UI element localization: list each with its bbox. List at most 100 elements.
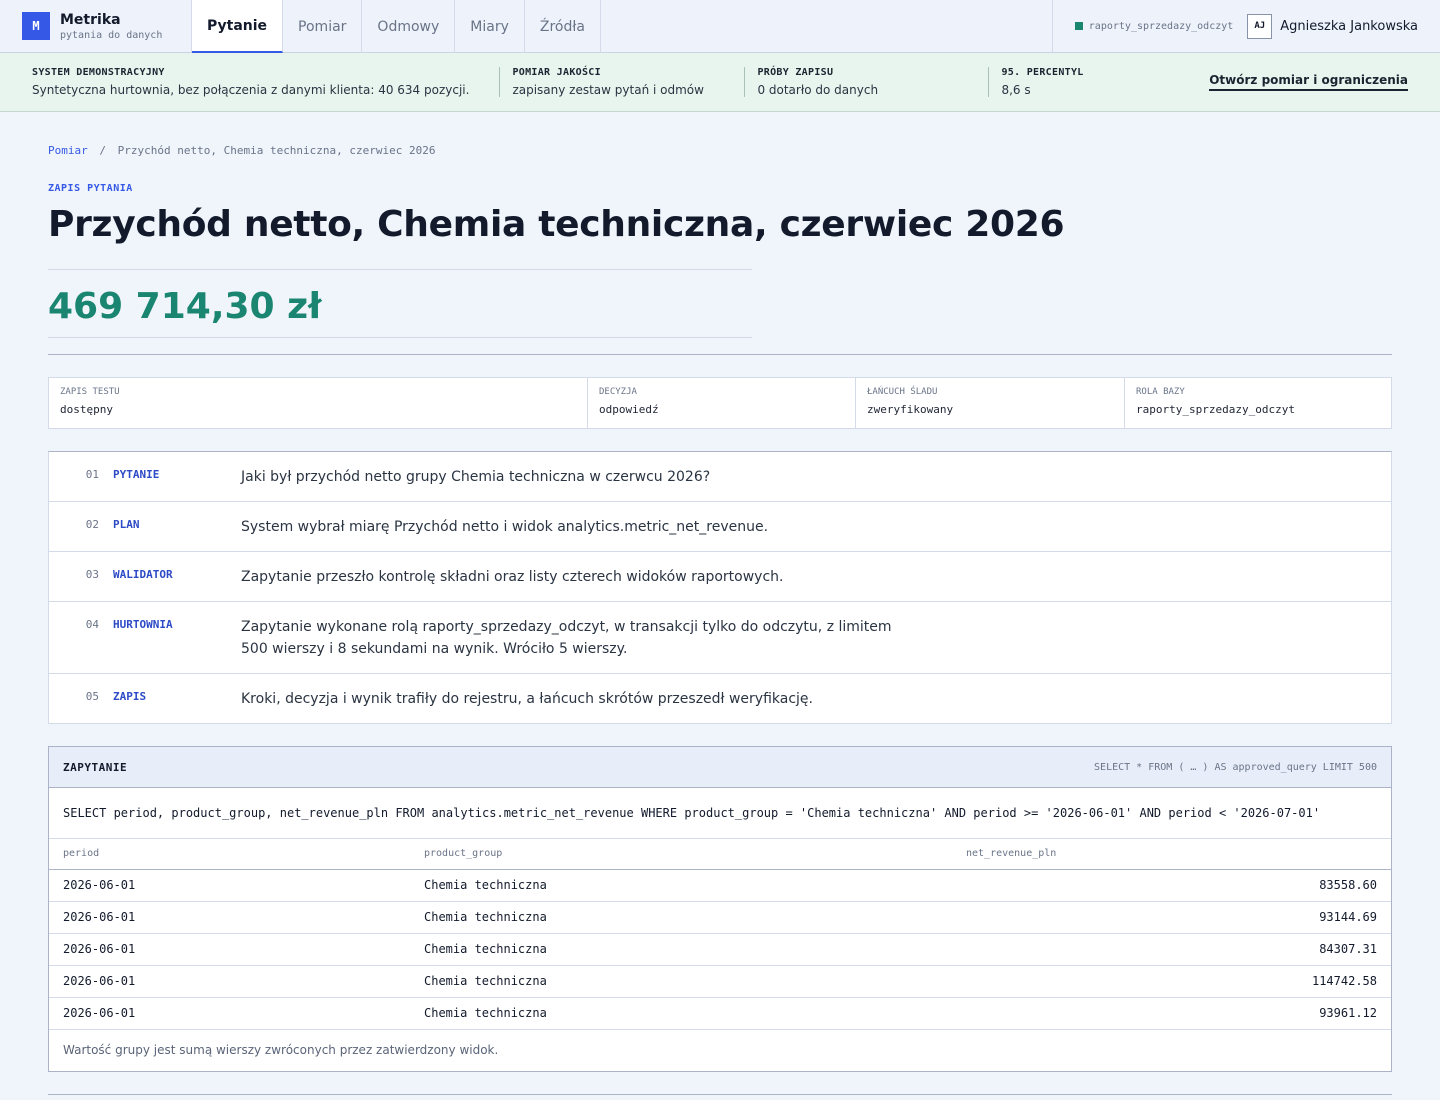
banner-label: 95. PERCENTYL (1001, 67, 1084, 78)
tab-pytanie[interactable]: Pytanie (192, 0, 284, 53)
column-header-product-group: product_group (410, 839, 952, 870)
breadcrumb-root-link[interactable]: Pomiar (48, 144, 88, 157)
record-meta: ZAPIS TESTU dostępny DECYZJA odpowiedź Ł… (48, 377, 1392, 429)
cell-product-group: Chemia techniczna (410, 965, 952, 998)
open-measurement-link[interactable]: Otwórz pomiar i ograniczenia (1209, 73, 1408, 91)
table-header-row: period product_group net_revenue_pln (49, 839, 1391, 870)
step-row: 04 HURTOWNIA Zapytanie wykonane rolą rap… (49, 602, 1391, 674)
breadcrumb-current: Przychód netto, Chemia techniczna, czerw… (117, 144, 436, 157)
meta-label: DECYZJA (599, 387, 637, 397)
cell-net-revenue: 84307.31 (952, 933, 1391, 966)
banner-label: POMIAR JAKOŚCI (512, 67, 601, 78)
meta-value: odpowiedź (599, 403, 659, 416)
banner-value: Syntetyczna hurtownia, bez połączenia z … (32, 83, 470, 97)
brand-logo: M (22, 12, 50, 40)
banner-label: PRÓBY ZAPISU (757, 67, 834, 78)
step-text: System wybrał miarę Przychód netto i wid… (241, 519, 769, 535)
tab-odmowy[interactable]: Odmowy (362, 0, 456, 53)
user-name[interactable]: Agnieszka Jankowska (1280, 19, 1418, 34)
banner-cell-quality: POMIAR JAKOŚCI zapisany zestaw pytań i o… (499, 67, 744, 97)
column-header-period: period (49, 839, 410, 870)
meta-label: ROLA BAZY (1136, 387, 1185, 397)
query-wrapper: SELECT * FROM ( … ) AS approved_query LI… (1094, 761, 1377, 773)
cell-net-revenue: 83558.60 (952, 869, 1391, 902)
brand-name: Metrika (60, 11, 121, 28)
step-name: HURTOWNIA (113, 618, 173, 631)
meta-test-record: ZAPIS TESTU dostępny (49, 378, 588, 428)
query-title: ZAPYTANIE (63, 760, 128, 774)
step-row: 03 WALIDATOR Zapytanie przeszło kontrolę… (49, 552, 1391, 602)
step-text: Zapytanie wykonane rolą raporty_sprzedaz… (241, 619, 892, 657)
table-row: 2026-06-01 Chemia techniczna 114742.58 (49, 965, 1391, 998)
query-header: ZAPYTANIE SELECT * FROM ( … ) AS approve… (49, 747, 1391, 788)
step-number: 05 (85, 690, 99, 703)
cell-product-group: Chemia techniczna (410, 933, 952, 966)
main-tabs: Pytanie Pomiar Odmowy Miary Źródła (192, 0, 601, 53)
cell-product-group: Chemia techniczna (410, 869, 952, 902)
role-status-dot (1074, 22, 1083, 30)
cell-net-revenue: 114742.58 (952, 965, 1391, 998)
cell-period: 2026-06-01 (49, 901, 410, 934)
query-footnote: Wartość grupy jest sumą wierszy zwrócony… (63, 1042, 499, 1057)
breadcrumb: Pomiar / Przychód netto, Chemia technicz… (48, 144, 1392, 157)
banner-label: SYSTEM DEMONSTRACYJNY (32, 67, 165, 78)
cell-period: 2026-06-01 (49, 869, 410, 902)
brand-subtitle: pytania do danych (60, 29, 163, 41)
cell-product-group: Chemia techniczna (410, 997, 952, 1030)
query-panel: ZAPYTANIE SELECT * FROM ( … ) AS approve… (48, 746, 1392, 1072)
top-navigation: M Metrika pytania do danych Pytanie Pomi… (0, 0, 1440, 53)
cell-period: 2026-06-01 (49, 997, 410, 1030)
banner-cell-write-attempts: PRÓBY ZAPISU 0 dotarło do danych (744, 67, 988, 97)
answer-amount: 469 714,30 zł (48, 286, 322, 327)
meta-database-role: ROLA BAZY raporty_sprzedazy_odczyt (1125, 378, 1391, 428)
user-area: raporty_sprzedazy_odczyt AJ Agnieszka Ja… (1051, 0, 1440, 52)
banner-cell-system: SYSTEM DEMONSTRACYJNY Syntetyczna hurtow… (32, 67, 499, 97)
meta-value: zweryfikowany (867, 403, 954, 416)
processing-steps: 01 PYTANIE Jaki był przychód netto grupy… (48, 451, 1392, 724)
avatar[interactable]: AJ (1247, 13, 1273, 39)
cell-net-revenue: 93144.69 (952, 901, 1391, 934)
meta-value: dostępny (60, 403, 113, 416)
database-role: raporty_sprzedazy_odczyt (1088, 20, 1234, 32)
cell-product-group: Chemia techniczna (410, 901, 952, 934)
step-number: 03 (85, 568, 99, 581)
main-content: Pomiar / Przychód netto, Chemia technicz… (0, 144, 1440, 1095)
tab-miary[interactable]: Miary (455, 0, 525, 53)
page-title: Przychód netto, Chemia techniczna, czerw… (48, 204, 1065, 245)
bottom-divider (48, 1093, 1392, 1095)
answer-box: 469 714,30 zł (48, 269, 752, 338)
banner-cell-percentile: 95. PERCENTYL 8,6 s (988, 67, 1113, 97)
result-table: period product_group net_revenue_pln 202… (49, 839, 1391, 1030)
column-header-net-revenue: net_revenue_pln (952, 839, 1391, 870)
table-row: 2026-06-01 Chemia techniczna 84307.31 (49, 933, 1391, 966)
step-text: Zapytanie przeszło kontrolę składni oraz… (241, 569, 784, 585)
step-row: 05 ZAPIS Kroki, decyzja i wynik trafiły … (49, 674, 1391, 724)
sql-text[interactable]: SELECT period, product_group, net_revenu… (49, 788, 1391, 839)
step-name: PYTANIE (113, 468, 160, 481)
tab-zrodla[interactable]: Źródła (525, 0, 601, 53)
meta-label: ŁAŃCUCH ŚLADU (867, 387, 938, 397)
step-text: Jaki był przychód netto grupy Chemia tec… (241, 469, 711, 485)
section-eyebrow: ZAPIS PYTANIA (48, 183, 133, 194)
step-number: 01 (85, 468, 99, 481)
cell-period: 2026-06-01 (49, 965, 410, 998)
tab-pomiar[interactable]: Pomiar (283, 0, 363, 53)
brand[interactable]: M Metrika pytania do danych (0, 0, 192, 52)
step-name: PLAN (113, 518, 140, 531)
cell-period: 2026-06-01 (49, 933, 410, 966)
meta-decision: DECYZJA odpowiedź (588, 378, 856, 428)
cell-net-revenue: 93961.12 (952, 997, 1391, 1030)
table-row: 2026-06-01 Chemia techniczna 93144.69 (49, 901, 1391, 934)
meta-label: ZAPIS TESTU (60, 387, 120, 397)
table-row: 2026-06-01 Chemia techniczna 93961.12 (49, 997, 1391, 1030)
breadcrumb-separator: / (99, 144, 106, 157)
step-text: Kroki, decyzja i wynik trafiły do rejest… (241, 691, 813, 707)
step-number: 04 (85, 618, 99, 631)
banner-value: zapisany zestaw pytań i odmów (512, 83, 704, 97)
banner-value: 0 dotarło do danych (757, 83, 879, 97)
demo-banner: SYSTEM DEMONSTRACYJNY Syntetyczna hurtow… (0, 53, 1440, 112)
step-number: 02 (85, 518, 99, 531)
banner-value: 8,6 s (1001, 83, 1031, 97)
table-row: 2026-06-01 Chemia techniczna 83558.60 (49, 869, 1391, 902)
step-name: ZAPIS (113, 690, 147, 703)
